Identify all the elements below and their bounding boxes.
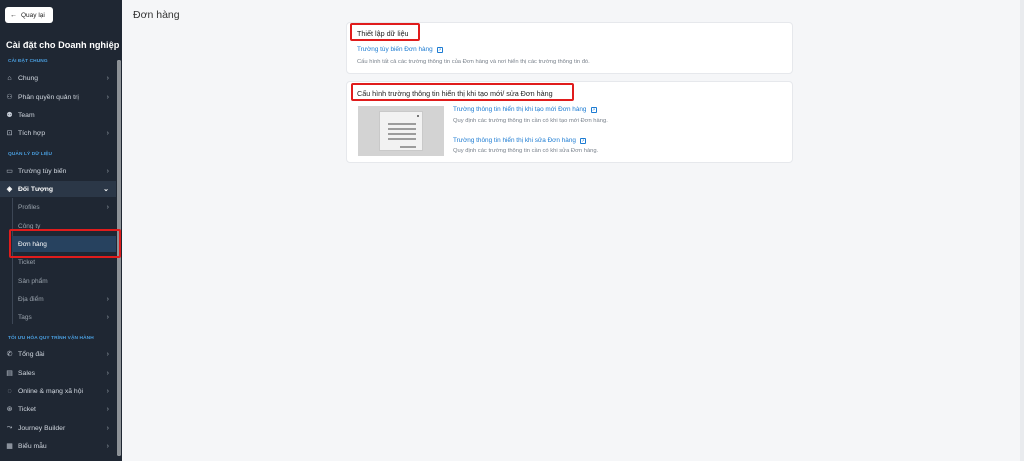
card-title-display: Cấu hình trường thông tin hiển thị khi t… (357, 89, 553, 98)
annotation-highlight-box (9, 229, 121, 258)
phone-icon: ✆ (6, 351, 13, 358)
page-title: Đơn hàng (133, 9, 180, 21)
sidebar-item-bieu-mau[interactable]: ▦ Biểu mẫu › (0, 438, 116, 454)
section-data: QUẢN LÝ DỮ LIỆU (8, 152, 53, 157)
home-icon: ⌂ (7, 74, 12, 82)
form-preview-illustration (358, 106, 444, 156)
cube-icon: ◈ (6, 186, 13, 193)
link-label: Trường thông tin hiển thị khi tạo mới Đơ… (453, 106, 587, 113)
sidebar-item-journey[interactable]: ⤳ Journey Builder › (0, 420, 116, 436)
external-link-icon: ↗ (579, 137, 586, 144)
sidebar-title: Cài đặt cho Doanh nghiệp (6, 40, 120, 50)
team-icon: ⚉ (6, 112, 13, 119)
chevron-right-icon: › (106, 203, 109, 211)
sidebar-item-team[interactable]: ⚉ Team (0, 107, 116, 123)
custom-fields-link[interactable]: Trường tùy biến Đơn hàng ↗ (357, 46, 443, 53)
sidebar-item-phan-quyen[interactable]: ⚇ Phân quyền quản trị › (0, 89, 116, 105)
sidebar-item-label: Chung (18, 74, 39, 82)
chat-icon: ◌ (7, 387, 12, 395)
card-description: Cấu hình tất cả các trường thông tin của… (357, 59, 590, 65)
users-icon: ⚇ (6, 94, 13, 101)
link-label: Trường thông tin hiển thị khi sửa Đơn hà… (453, 137, 576, 144)
sidebar-sub-label: Ticket (18, 258, 36, 266)
sidebar-item-label: Biểu mẫu (18, 442, 47, 450)
sidebar-sub-label: Tags (18, 313, 32, 321)
sidebar-item-tich-hop[interactable]: ⊡ Tích hợp › (0, 125, 116, 141)
sidebar-item-label: Tích hợp (18, 129, 46, 137)
chevron-right-icon: › (106, 387, 109, 395)
card-title-setup: Thiết lập dữ liệu (357, 29, 409, 38)
section-general: CÀI ĐẶT CHUNG (8, 59, 48, 64)
chevron-right-icon: › (106, 442, 109, 450)
sidebar-sub-label: Địa điểm (18, 295, 44, 303)
sidebar-item-tong-dai[interactable]: ✆ Tổng đài › (0, 346, 116, 362)
sidebar-item-label: Online & mạng xã hội (18, 387, 83, 395)
create-fields-link[interactable]: Trường thông tin hiển thị khi tạo mới Đơ… (453, 106, 597, 113)
sidebar-scrollbar-thumb[interactable] (117, 60, 121, 456)
ticket-icon: ⊛ (6, 406, 13, 413)
chevron-right-icon: › (106, 93, 109, 101)
chevron-down-icon: ⌄ (103, 186, 109, 193)
sidebar-item-chung[interactable]: ⌂ Chung › (0, 70, 116, 86)
chevron-right-icon: › (106, 295, 109, 303)
sidebar-sub-san-pham[interactable]: Sản phẩm (12, 273, 116, 289)
edit-fields-description: Quy định các trường thông tin cần có khi… (453, 148, 599, 154)
chevron-right-icon: › (106, 405, 109, 413)
arrow-left-icon: ← (10, 11, 17, 19)
sidebar-sub-label: Profiles (18, 203, 40, 211)
sidebar-item-online[interactable]: ◌ Online & mạng xã hội › (0, 383, 116, 399)
chevron-right-icon: › (106, 369, 109, 377)
sidebar-item-label: Đối Tượng (18, 185, 54, 193)
chevron-right-icon: › (106, 424, 109, 432)
sidebar-item-label: Tổng đài (18, 350, 45, 358)
page-scrollbar[interactable] (1020, 0, 1024, 461)
sidebar-item-label: Sales (18, 369, 36, 377)
sidebar-sub-tags[interactable]: Tags › (12, 309, 116, 325)
sidebar-item-label: Phân quyền quản trị (18, 93, 79, 101)
sidebar-item-truong-tuy-bien[interactable]: ▭ Trường tùy biến › (0, 163, 116, 179)
sidebar-sub-label: Sản phẩm (18, 277, 48, 285)
chevron-right-icon: › (106, 350, 109, 358)
sidebar-item-label: Ticket (18, 405, 36, 413)
sidebar-sub-dia-diem[interactable]: Địa điểm › (12, 291, 116, 307)
create-fields-description: Quy định các trường thông tin cần có khi… (453, 118, 608, 124)
journey-icon: ⤳ (6, 424, 13, 431)
section-workflow: TỐI ƯU HÓA QUY TRÌNH VẬN HÀNH (8, 336, 94, 341)
chevron-right-icon: › (106, 129, 109, 137)
chevron-right-icon: › (106, 167, 109, 175)
back-label: Quay lại (21, 11, 45, 19)
edit-fields-link[interactable]: Trường thông tin hiển thị khi sửa Đơn hà… (453, 137, 586, 144)
chevron-right-icon: › (106, 313, 109, 321)
chevron-right-icon: › (106, 74, 109, 82)
back-button[interactable]: ← Quay lại (5, 7, 53, 23)
form-icon: ▦ (6, 443, 13, 450)
sidebar-item-ticket[interactable]: ⊛ Ticket › (0, 401, 116, 417)
sidebar-item-label: Trường tùy biến (18, 167, 67, 175)
external-link-icon: ↗ (436, 46, 443, 53)
external-link-icon: ↗ (590, 106, 597, 113)
sales-icon: ▤ (6, 370, 13, 377)
sidebar-item-label: Team (18, 111, 35, 119)
sidebar-item-sales[interactable]: ▤ Sales › (0, 365, 116, 381)
integration-icon: ⊡ (6, 130, 13, 137)
link-label: Trường tùy biến Đơn hàng (357, 46, 433, 53)
field-icon: ▭ (6, 168, 13, 175)
document-icon (379, 111, 423, 151)
sidebar-item-doi-tuong[interactable]: ◈ Đối Tượng ⌄ (0, 181, 116, 197)
sidebar-item-label: Journey Builder (18, 424, 66, 432)
sidebar-sub-profiles[interactable]: Profiles › (12, 199, 116, 215)
